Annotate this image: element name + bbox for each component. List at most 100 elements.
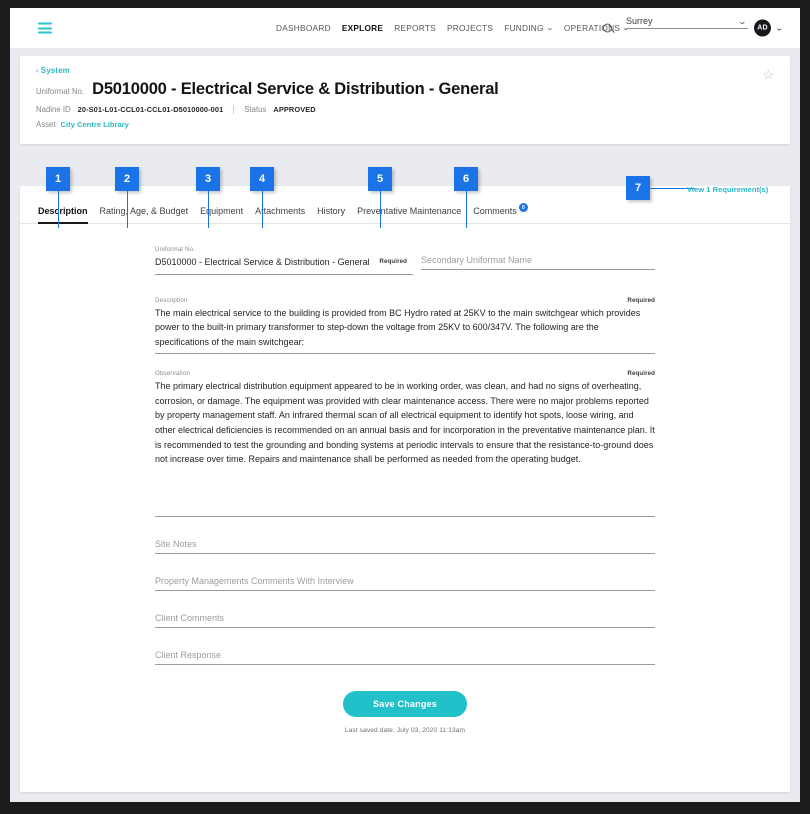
annotation-number: 3 [196, 167, 220, 191]
asset-link[interactable]: City Centre Library [61, 120, 129, 129]
client-comments-placeholder: Client Comments [155, 613, 655, 628]
annotation-number: 7 [626, 176, 650, 200]
nav-label: EXPLORE [341, 23, 384, 33]
annotation-leader-line [57, 191, 59, 228]
page-title: D5010000 - Electrical Service & Distribu… [92, 80, 499, 98]
nav-label: PROJECTS [446, 23, 494, 33]
client-comments-field[interactable]: Client Comments [155, 613, 655, 628]
required-marker: Required [627, 296, 655, 304]
asset-label: Asset [36, 120, 56, 129]
tab-bar: Description Rating, Age, & Budget Equipm… [20, 186, 790, 224]
property-management-comments-placeholder: Property Managements Comments With Inter… [155, 576, 655, 591]
user-account-menu[interactable]: AD ⌄ [754, 19, 785, 37]
nav-item-dashboard[interactable]: DASHBOARD [276, 23, 331, 33]
chevron-down-icon: ⌄ [774, 23, 785, 33]
annotation-marker-4: 4 [250, 167, 274, 228]
nav-label: DASHBOARD [276, 23, 331, 33]
annotation-number: 5 [368, 167, 392, 191]
annotation-marker-7: 7 [626, 176, 695, 200]
annotation-leader-line [126, 191, 128, 228]
field-label: Uniformat No. [155, 246, 196, 253]
annotation-leader-line [207, 191, 209, 228]
nav-label: FUNDING [504, 23, 544, 33]
nadine-id-value: 20-S01-L01-CCL01-CCL01-D5010000-001 [77, 105, 224, 114]
annotation-number: 2 [115, 167, 139, 191]
nav-item-funding[interactable]: FUNDING ⌄ [504, 23, 553, 33]
required-marker: Required [379, 258, 407, 265]
required-marker: Required [627, 370, 655, 378]
detail-card: Description Rating, Age, & Budget Equipm… [20, 186, 790, 792]
annotation-leader-line [465, 191, 467, 228]
chevron-down-icon: ⌄ [545, 24, 554, 32]
observation-value: The primary electrical distribution equi… [155, 381, 655, 465]
tab-preventative-maintenance[interactable]: Preventative Maintenance [357, 206, 461, 223]
hamburger-menu-icon[interactable] [38, 22, 52, 34]
nadine-id-label: Nadine ID [36, 105, 71, 114]
tab-description[interactable]: Description [38, 206, 88, 224]
comments-count-badge: 0 [518, 203, 528, 212]
secondary-uniformat-name-field[interactable]: Secondary Uniformat Name [413, 246, 655, 275]
status-label: Status [244, 105, 267, 114]
save-section: Save Changes Last saved date: July 03, 2… [20, 690, 790, 734]
observation-field[interactable]: Observation Required The primary electri… [155, 370, 655, 517]
observation-spacer [155, 471, 655, 516]
annotation-number: 1 [46, 167, 70, 191]
tab-label: Rating, Age, & Budget [99, 206, 189, 216]
breadcrumb[interactable]: ‹ System [36, 66, 774, 75]
chevron-down-icon: ⌄ [737, 17, 748, 26]
main-nav-links: DASHBOARD EXPLORE REPORTS PROJECTS FUNDI… [276, 23, 630, 33]
search-icon[interactable] [603, 23, 612, 33]
title-row: Uniformat No. D5010000 - Electrical Serv… [36, 80, 774, 99]
last-saved-timestamp: Last saved date: July 03, 2020 11:13am [344, 726, 466, 734]
observation-underline [155, 515, 655, 517]
divider [233, 105, 235, 114]
tab-comments[interactable]: Comments 0 [473, 203, 528, 223]
tab-label: Description [38, 206, 88, 216]
nav-label: REPORTS [394, 23, 436, 33]
uniformat-row: Uniformat No. D5010000 - Electrical Serv… [155, 246, 655, 275]
chevron-left-icon: ‹ [36, 66, 39, 75]
tab-label: Attachments [255, 206, 306, 216]
screenshot-frame: DASHBOARD EXPLORE REPORTS PROJECTS FUNDI… [0, 0, 810, 814]
description-value: The main electrical service to the build… [155, 306, 655, 355]
tab-history[interactable]: History [317, 206, 345, 223]
star-outline-icon[interactable]: ☆ [762, 68, 774, 81]
annotation-marker-2: 2 [115, 167, 139, 228]
asset-row: Asset City Centre Library [36, 120, 774, 129]
tab-attachments[interactable]: Attachments [255, 206, 305, 223]
property-management-comments-field[interactable]: Property Managements Comments With Inter… [155, 576, 655, 591]
uniformat-no-label: Uniformat No. [36, 87, 85, 96]
avatar[interactable]: AD [754, 19, 771, 37]
app-viewport: DASHBOARD EXPLORE REPORTS PROJECTS FUNDI… [10, 8, 800, 802]
annotation-marker-5: 5 [368, 167, 392, 228]
uniformat-no-value: D5010000 - Electrical Service & Distribu… [155, 255, 413, 275]
tab-rating-age-budget[interactable]: Rating, Age, & Budget [100, 206, 189, 223]
site-select-value: Surrey [626, 16, 748, 29]
tab-label: History [317, 206, 346, 216]
field-label: Description [155, 296, 188, 304]
nav-item-projects[interactable]: PROJECTS [447, 23, 493, 33]
description-form: Uniformat No. D5010000 - Electrical Serv… [20, 224, 790, 734]
metadata-row: Nadine ID 20-S01-L01-CCL01-CCL01-D501000… [36, 105, 774, 114]
view-requirements-link[interactable]: View 1 Requirement(s) [687, 185, 768, 194]
nav-item-operations[interactable]: OPERATIONS ⌄ [564, 23, 630, 33]
nav-item-explore[interactable]: EXPLORE [342, 23, 383, 33]
save-changes-button[interactable]: Save Changes [343, 690, 467, 717]
tab-label: Preventative Maintenance [357, 206, 462, 216]
annotation-leader-line [261, 191, 263, 228]
field-label [421, 246, 655, 253]
nav-item-reports[interactable]: REPORTS [394, 23, 436, 33]
annotation-marker-1: 1 [46, 167, 70, 228]
annotation-number: 4 [250, 167, 274, 191]
client-response-field[interactable]: Client Response [155, 650, 655, 665]
breadcrumb-label: System [40, 66, 70, 75]
uniformat-no-field[interactable]: Uniformat No. D5010000 - Electrical Serv… [155, 246, 413, 275]
site-select-dropdown[interactable]: Surrey ⌄ [626, 16, 748, 29]
secondary-uniformat-name-placeholder: Secondary Uniformat Name [421, 255, 655, 270]
site-notes-placeholder: Site Notes [155, 539, 655, 554]
description-field[interactable]: Description Required The main electrical… [155, 297, 655, 355]
client-response-placeholder: Client Response [155, 650, 655, 665]
annotation-number: 6 [454, 167, 478, 191]
record-header-card: ‹ System Uniformat No. D5010000 - Electri… [20, 56, 790, 144]
site-notes-field[interactable]: Site Notes [155, 539, 655, 554]
